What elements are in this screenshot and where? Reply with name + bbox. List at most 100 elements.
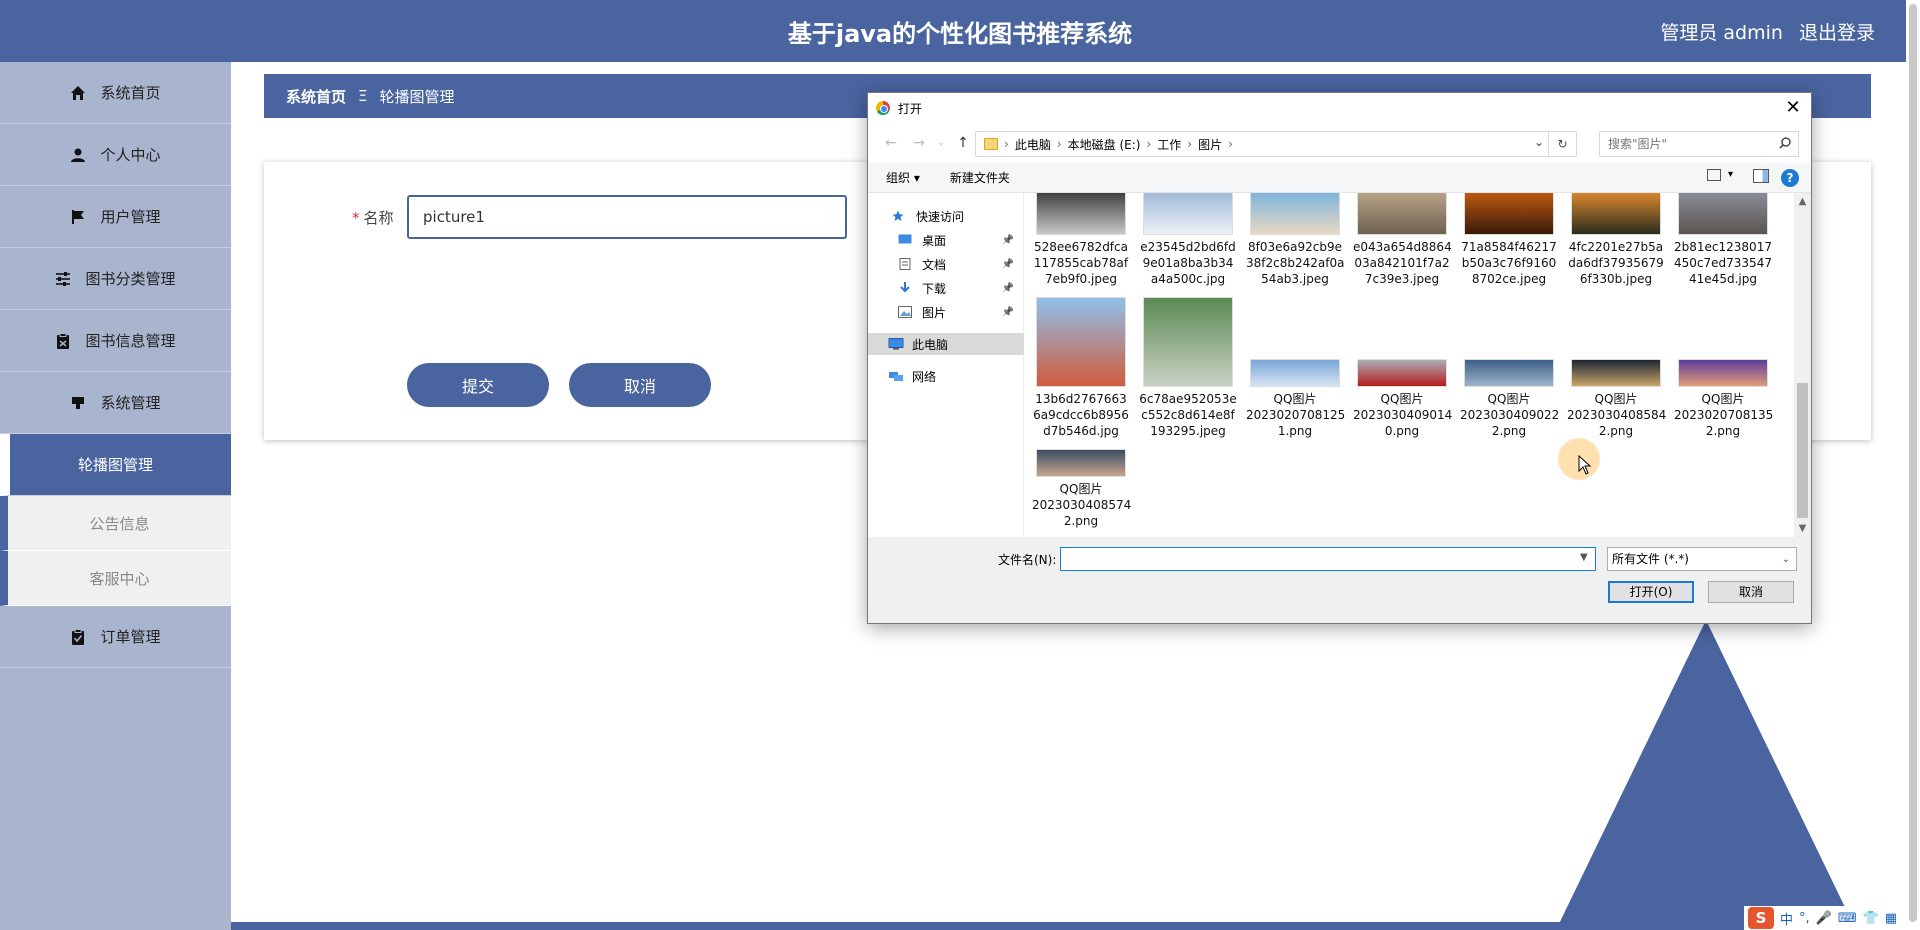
file-item[interactable]: 2b81ec1238017 450c7ed733547 41e45d.jpg (1674, 193, 1772, 287)
organize-menu[interactable]: 组织 ▾ (886, 169, 920, 186)
search-input[interactable] (1599, 131, 1799, 157)
file-thumbnail (1143, 297, 1233, 387)
file-name-line: 71a8584f46217 (1461, 240, 1557, 254)
path-segment[interactable]: 本地磁盘 (E:) (1068, 136, 1141, 153)
file-name-line: 2023030408574 (1032, 498, 1132, 512)
file-name-line: QQ图片 (1594, 392, 1638, 406)
filename-input[interactable] (1060, 547, 1596, 571)
sidebar-item-book-info[interactable]: 图书信息管理 (0, 310, 231, 372)
forward-arrow-icon[interactable]: → (908, 132, 930, 154)
file-item[interactable]: 528ee6782dfca 117855cab78af 7eb9f0.jpeg (1032, 193, 1130, 287)
sidebar-item-label: 轮播图管理 (77, 456, 153, 474)
computer-icon (888, 338, 904, 350)
up-arrow-icon[interactable]: ↑ (952, 132, 974, 154)
footer-bar (231, 922, 1920, 930)
file-item[interactable]: e043a654d8864 03a842101f7a2 7c39e3.jpeg (1353, 193, 1452, 287)
file-item[interactable]: QQ图片 2023020708135 2.png (1674, 359, 1773, 439)
scroll-down-icon[interactable]: ▼ (1794, 520, 1811, 537)
navigation-tree: 快速访问 桌面 📌 文档 📌 下载 📌 图片 📌 此电脑网络 (868, 193, 1024, 537)
view-dropdown-icon[interactable]: ▾ (1728, 169, 1733, 180)
filetype-value: 所有文件 (*.*) (1612, 552, 1689, 566)
search-icon[interactable] (1779, 137, 1791, 152)
tree-item-pictures[interactable]: 图片 📌 (868, 301, 1024, 323)
sidebar-item-users[interactable]: 用户管理 (0, 186, 231, 248)
file-scrollbar[interactable]: ▲ ▼ (1794, 193, 1811, 537)
path-segment[interactable]: 图片 (1198, 136, 1222, 153)
refresh-icon[interactable]: ↻ (1548, 132, 1576, 156)
apps-grid-icon[interactable]: ▦ (1885, 911, 1897, 926)
view-mode-icon[interactable] (1707, 169, 1721, 181)
file-name-line: 41e45d.jpg (1689, 272, 1757, 286)
sogou-ime-icon[interactable]: S (1748, 907, 1774, 929)
file-name-line: e23545d2bd6fd (1140, 240, 1236, 254)
help-icon[interactable]: ? (1781, 169, 1799, 187)
file-item[interactable]: QQ图片 2023030408584 2.png (1567, 359, 1667, 439)
file-item[interactable]: 4fc2201e27b5a da6df37935679 6f330b.jpeg (1567, 193, 1665, 287)
open-button[interactable]: 打开(O) (1608, 581, 1694, 603)
file-name-line: 2023030408584 (1567, 408, 1667, 422)
preview-pane-icon[interactable] (1753, 169, 1769, 183)
new-folder-button[interactable]: 新建文件夹 (950, 169, 1010, 186)
clipboard-icon (55, 332, 71, 349)
path-segment[interactable]: 此电脑 (1015, 136, 1051, 153)
file-item[interactable]: QQ图片 2023030408574 2.png (1032, 449, 1132, 529)
chevron-down-icon[interactable]: ⌄ (1534, 135, 1544, 149)
path-segment[interactable]: 工作 (1157, 136, 1181, 153)
back-arrow-icon[interactable]: ← (880, 132, 902, 154)
logout-link[interactable]: 退出登录 (1799, 22, 1875, 44)
submit-button[interactable]: 提交 (407, 363, 549, 407)
page-scrollbar[interactable] (1906, 0, 1920, 930)
flag-icon (70, 209, 86, 225)
dialog-cancel-button[interactable]: 取消 (1708, 581, 1794, 603)
address-bar[interactable]: › 此电脑 › 本地磁盘 (E:) › 工作 › 图片 › ⌄ ↻ (975, 131, 1577, 157)
sidebar-subitem-service[interactable]: 客服中心 (0, 551, 231, 606)
sidebar-subitem-announcement[interactable]: 公告信息 (0, 496, 231, 551)
skin-icon[interactable]: 👕 (1863, 911, 1879, 926)
breadcrumb-home[interactable]: 系统首页 (286, 86, 346, 107)
name-input[interactable] (407, 195, 847, 239)
sidebar-item-label: 图书分类管理 (85, 270, 176, 288)
scrollbar-thumb[interactable] (1797, 383, 1808, 518)
file-item[interactable]: QQ图片 2023030409014 0.png (1353, 359, 1452, 439)
file-item[interactable]: QQ图片 2023030409022 2.png (1460, 359, 1559, 439)
filetype-select[interactable]: 所有文件 (*.*) ⌄ (1607, 547, 1797, 571)
file-item[interactable]: 13b6d2767663 6a9cdcc6b8956 d7b546d.jpg (1032, 297, 1130, 439)
sidebar-item-book-category[interactable]: 图书分类管理 (0, 248, 231, 310)
sidebar-item-carousel[interactable]: 轮播图管理 (0, 434, 231, 496)
cancel-button[interactable]: 取消 (569, 363, 711, 407)
tree-item-computer[interactable]: 此电脑 (868, 333, 1024, 355)
keyboard-icon[interactable]: ⌨ (1838, 911, 1857, 926)
file-name-line: 54ab3.jpeg (1261, 272, 1329, 286)
file-item[interactable]: e23545d2bd6fd 9e01a8ba3b34 a4a500c.jpg (1139, 193, 1237, 287)
sliders-icon (55, 271, 71, 287)
page-scrollbar-thumb[interactable] (1909, 4, 1917, 922)
close-icon[interactable]: ✕ (1781, 96, 1805, 120)
file-item[interactable]: 6c78ae952053e c552c8d614e8f 193295.jpeg (1139, 297, 1237, 439)
file-item[interactable]: 71a8584f46217 b50a3c76f9160 8702ce.jpeg (1460, 193, 1558, 287)
ime-language-indicator[interactable]: 中 (1780, 909, 1793, 928)
file-item[interactable]: QQ图片 2023020708125 1.png (1246, 359, 1345, 439)
scroll-up-icon[interactable]: ▲ (1794, 193, 1811, 210)
sidebar-item-system[interactable]: 系统管理 (0, 372, 231, 434)
microphone-icon[interactable]: 🎤 (1816, 911, 1832, 926)
sidebar-item-orders[interactable]: 订单管理 (0, 606, 231, 668)
pin-icon: 📌 (1001, 234, 1014, 246)
dialog-titlebar[interactable]: 打开 ✕ (868, 93, 1811, 123)
dialog-navbar: ← → ⌄ ↑ › 此电脑 › 本地磁盘 (E:) › 工作 › 图片 › ⌄ … (868, 123, 1811, 163)
download-icon (898, 282, 914, 294)
tree-item-document[interactable]: 文档 📌 (868, 253, 1024, 275)
sidebar-item-home[interactable]: 系统首页 (0, 62, 231, 124)
sidebar: 系统首页 个人中心 用户管理 图书分类管理 图书信息管理 系统管理 轮播图管理 … (0, 62, 231, 930)
tree-item-star[interactable]: 快速访问 (868, 205, 1024, 227)
breadcrumb-separator: Ξ (358, 87, 368, 105)
punctuation-icon[interactable]: °, (1799, 911, 1810, 926)
history-dropdown-icon[interactable]: ⌄ (936, 132, 946, 154)
chevron-down-icon[interactable]: ▼ (1580, 552, 1588, 563)
sidebar-item-profile[interactable]: 个人中心 (0, 124, 231, 186)
tree-item-label: 此电脑 (912, 337, 949, 352)
tree-item-desktop[interactable]: 桌面 📌 (868, 229, 1024, 251)
file-name-line: 4fc2201e27b5a (1568, 240, 1664, 254)
tree-item-download[interactable]: 下载 📌 (868, 277, 1024, 299)
tree-item-network[interactable]: 网络 (868, 365, 1024, 387)
file-item[interactable]: 8f03e6a92cb9e 38f2c8b242af0a 54ab3.jpeg (1246, 193, 1344, 287)
